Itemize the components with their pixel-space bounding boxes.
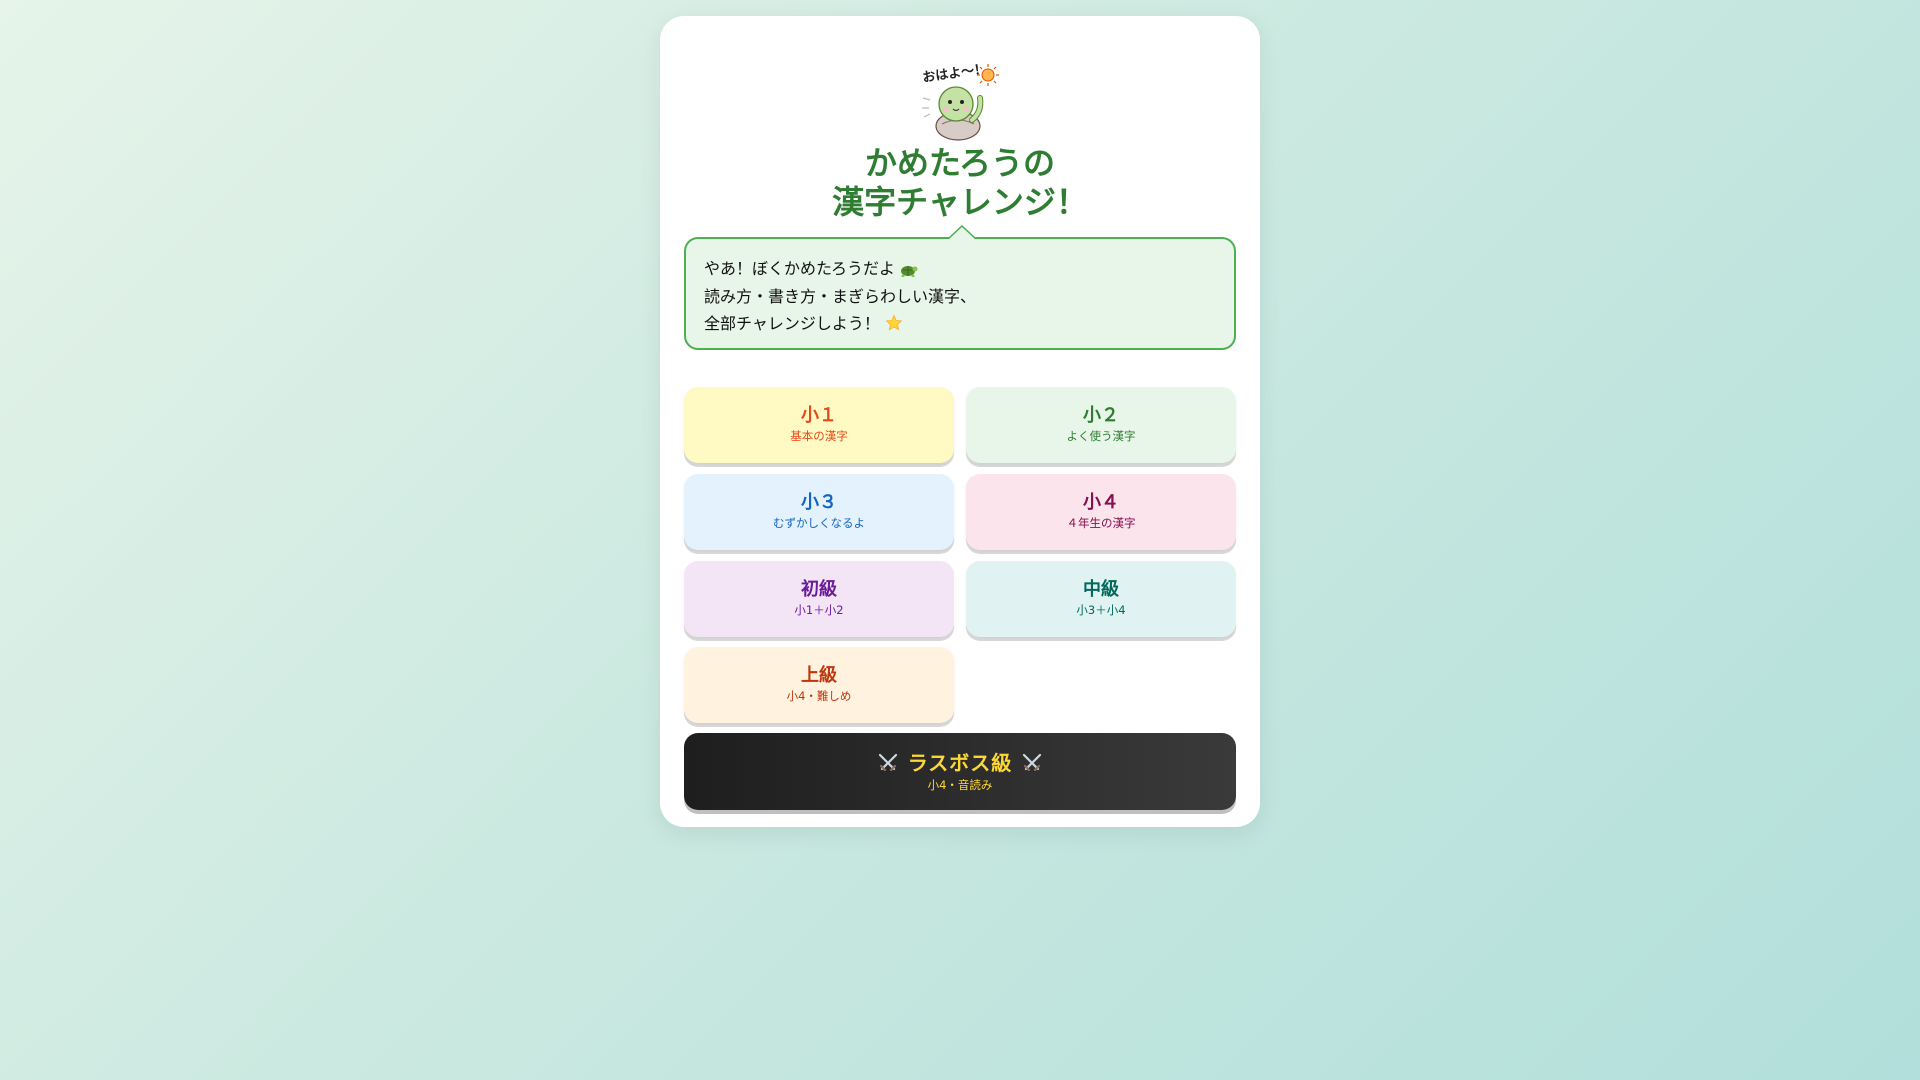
level-label: 上級 [801, 665, 837, 686]
speech-bubble: やあ！ぼくかめたろうだよ 読み方・書き方・まぎらわしい漢字、 全部チャレンジしよ… [684, 225, 1236, 350]
bubble-line-1: やあ！ぼくかめたろうだよ [704, 255, 1216, 283]
level-subtitle: 基本の漢字 [790, 429, 848, 443]
mascot-speech-text: おはよ〜！ [922, 62, 988, 86]
title-line-1: かめたろうの [864, 144, 1056, 182]
star-icon [885, 314, 903, 331]
level-button-chukyu[interactable]: 中級 小3＋小4 [966, 561, 1236, 637]
level-label: 小２ [1083, 405, 1119, 426]
bubble-line-3: 全部チャレンジしよう！ [704, 310, 1216, 338]
boss-label: ラスボス級 [907, 751, 1013, 775]
crossed-swords-icon [1023, 753, 1042, 772]
title-line-2: 漢字チャレンジ！ [832, 183, 1088, 221]
level-label: 小３ [801, 492, 837, 513]
level-label: 中級 [1083, 579, 1119, 600]
level-subtitle: よく使う漢字 [1066, 429, 1136, 443]
boss-level-button[interactable]: ラスボス級 小4・音読み [684, 733, 1236, 810]
level-button-jokyu[interactable]: 上級 小4・難しめ [684, 647, 954, 723]
level-subtitle: むずかしくなるよ [773, 516, 865, 530]
level-subtitle: ４年生の漢字 [1066, 516, 1136, 530]
boss-subtitle: 小4・音読み [927, 778, 993, 792]
level-subtitle: 小4・難しめ [786, 689, 852, 703]
level-button-sho1[interactable]: 小１ 基本の漢字 [684, 387, 954, 463]
level-button-shokyu[interactable]: 初級 小1＋小2 [684, 561, 954, 637]
level-subtitle: 小1＋小2 [794, 603, 844, 617]
crossed-swords-icon [878, 753, 897, 772]
turtle-mascot-icon: おはよ〜！ [922, 62, 999, 141]
level-button-sho4[interactable]: 小４ ４年生の漢字 [966, 474, 1236, 550]
level-label: 小１ [801, 405, 837, 426]
speech-bubble-tail [948, 225, 976, 239]
level-subtitle: 小3＋小4 [1076, 603, 1126, 617]
level-label: 小４ [1083, 492, 1119, 513]
level-button-sho2[interactable]: 小２ よく使う漢字 [966, 387, 1236, 463]
level-label: 初級 [801, 579, 837, 600]
boss-label-row: ラスボス級 [684, 751, 1236, 775]
main-card: おはよ〜！ かめたろうの 漢字チャレンジ！ やあ！ぼくかめたろうだよ 読み方・書… [660, 16, 1260, 827]
bubble-line-2: 読み方・書き方・まぎらわしい漢字、 [704, 286, 977, 306]
bubble-line-3-text: 全部チャレンジしよう！ [704, 314, 880, 333]
level-button-sho3[interactable]: 小３ むずかしくなるよ [684, 474, 954, 550]
page-title: かめたろうの 漢字チャレンジ！ [660, 144, 1260, 222]
turtle-icon [901, 266, 918, 277]
bubble-line-1-text: やあ！ぼくかめたろうだよ [704, 259, 896, 278]
